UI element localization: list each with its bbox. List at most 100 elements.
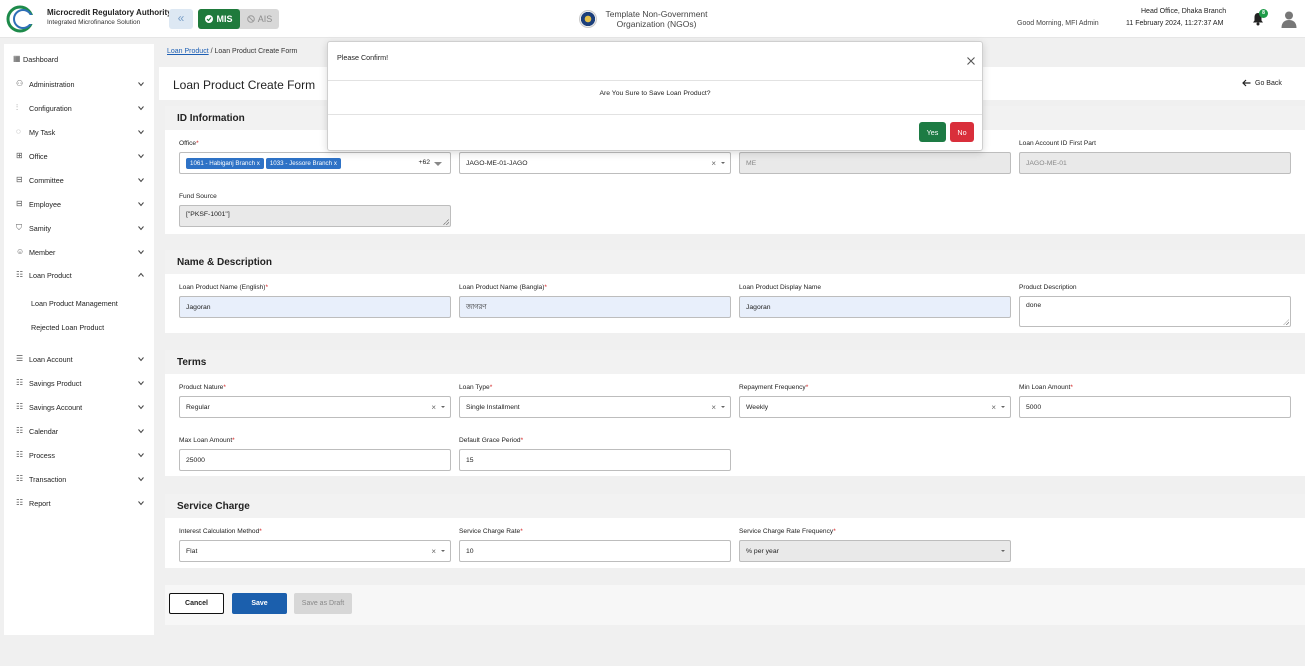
branch-name: Head Office, Dhaka Branch <box>1141 8 1227 15</box>
resize-handle-icon[interactable] <box>1283 319 1289 325</box>
sidebar-item-office[interactable]: ⊞ Office <box>4 148 154 164</box>
interest-method-select[interactable]: Flat × <box>179 540 451 562</box>
office-icon: ⊞ <box>16 151 23 160</box>
section-title: ID Information <box>177 113 245 124</box>
product-code-select[interactable]: JAGO-ME-01-JAGO × <box>459 152 731 174</box>
loan-type-label: Loan Type* <box>459 384 493 391</box>
close-icon[interactable] <box>966 56 976 66</box>
clear-icon[interactable]: × <box>711 159 716 168</box>
cancel-button[interactable]: Cancel <box>169 593 224 614</box>
chevron-down-icon <box>138 178 144 183</box>
product-description-label: Product Description <box>1019 284 1077 291</box>
chevron-down-icon <box>138 226 144 231</box>
loan-account-icon: ☰ <box>16 354 24 363</box>
caret-down-icon[interactable] <box>441 406 445 408</box>
sidebar-item-transaction[interactable]: ☷ Transaction <box>4 471 154 487</box>
mra-logo <box>6 5 42 33</box>
divider <box>328 80 982 81</box>
chevron-down-icon <box>138 250 144 255</box>
go-back-button[interactable]: Go Back <box>1242 79 1282 87</box>
product-description-textarea[interactable]: done <box>1019 296 1291 327</box>
clear-icon[interactable]: × <box>431 547 436 556</box>
loan-product-icon: ☷ <box>16 270 24 279</box>
name-bangla-input[interactable]: জাগরণ <box>459 296 731 318</box>
office-chip[interactable]: 1033 - Jessore Branch x <box>265 157 341 169</box>
clear-icon[interactable]: × <box>431 403 436 412</box>
product-nature-select[interactable]: Regular × <box>179 396 451 418</box>
clear-icon[interactable]: × <box>991 403 996 412</box>
service-charge-rate-input[interactable]: 10 <box>459 540 731 562</box>
process-icon: ☷ <box>16 450 24 459</box>
save-as-draft-button[interactable]: Save as Draft <box>294 593 352 614</box>
caret-down-icon[interactable] <box>721 406 725 408</box>
chevron-down-icon <box>138 381 144 386</box>
sidebar-item-configuration[interactable]: ⫶ Configuration <box>4 100 154 116</box>
account-first-part-label: Loan Account ID First Part <box>1019 140 1096 147</box>
section-title: Terms <box>177 357 207 368</box>
me-field: ME <box>739 152 1011 174</box>
chevron-down-icon <box>138 202 144 207</box>
name-english-input[interactable]: Jagoran <box>179 296 451 318</box>
yes-button[interactable]: Yes <box>919 122 946 142</box>
loan-type-select[interactable]: Single Installment × <box>459 396 731 418</box>
sidebar-item-member[interactable]: ☺ Member <box>4 244 154 260</box>
sidebar-item-report[interactable]: ☷ Report <box>4 495 154 511</box>
clear-icon[interactable]: × <box>711 403 716 412</box>
divider <box>328 114 982 115</box>
sidebar-item-dashboard[interactable]: ▦ Dashboard <box>4 51 154 67</box>
no-button[interactable]: No <box>950 122 974 142</box>
sidebar-item-my-task[interactable]: ◌ My Task <box>4 124 154 140</box>
sidebar-collapse-button[interactable]: « <box>169 9 193 29</box>
mode-toggle[interactable]: MIS AIS <box>198 9 279 29</box>
grace-period-input[interactable]: 15 <box>459 449 731 471</box>
caret-down-icon[interactable] <box>721 162 725 164</box>
sidebar-item-process[interactable]: ☷ Process <box>4 447 154 463</box>
rate-frequency-select[interactable]: % per year <box>739 540 1011 562</box>
office-multiselect[interactable]: 1061 - Habiganj Branch x 1033 - Jessore … <box>179 152 451 174</box>
chevron-up-icon <box>138 272 144 277</box>
mode-ais-button[interactable]: AIS <box>240 9 279 29</box>
org-subtitle: Integrated Microfinance Solution <box>47 19 141 26</box>
employee-icon: ⊟ <box>16 199 23 208</box>
max-loan-amount-input[interactable]: 25000 <box>179 449 451 471</box>
save-button[interactable]: Save <box>232 593 287 614</box>
mode-mis-button[interactable]: MIS <box>198 9 240 29</box>
sidebar-item-savings-product[interactable]: ☷ Savings Product <box>4 375 154 391</box>
chevron-down-icon <box>138 106 144 111</box>
name-english-label: Loan Product Name (English)* <box>179 284 269 291</box>
dashboard-icon: ▦ <box>13 54 21 63</box>
sidebar-item-savings-account[interactable]: ☷ Savings Account <box>4 399 154 415</box>
chevron-down-icon <box>138 453 144 458</box>
grace-period-label: Default Grace Period* <box>459 437 524 444</box>
committee-icon: ⊟ <box>16 175 23 184</box>
sidebar-item-samity[interactable]: ⛉ Samity <box>4 220 154 236</box>
samity-icon: ⛉ <box>16 223 22 232</box>
user-avatar-icon[interactable] <box>1280 10 1298 28</box>
service-charge-rate-label: Service Charge Rate* <box>459 528 523 535</box>
caret-down-icon[interactable] <box>441 550 445 552</box>
sidebar-sub-rejected-loan-product[interactable]: Rejected Loan Product <box>31 323 104 332</box>
section-title: Name & Description <box>177 257 273 268</box>
sidebar-sub-loan-product-management[interactable]: Loan Product Management <box>31 299 118 308</box>
government-seal-icon <box>579 10 597 28</box>
sidebar-item-administration[interactable]: ⚇ Administration <box>4 76 154 92</box>
sidebar-item-committee[interactable]: ⊟ Committee <box>4 172 154 188</box>
sidebar-item-calendar[interactable]: ☷ Calendar <box>4 423 154 439</box>
min-loan-amount-input[interactable]: 5000 <box>1019 396 1291 418</box>
chevron-down-icon <box>138 501 144 506</box>
arrow-left-icon <box>1242 79 1251 87</box>
display-name-input[interactable]: Jagoran <box>739 296 1011 318</box>
sidebar-item-employee[interactable]: ⊟ Employee <box>4 196 154 212</box>
sidebar-item-loan-account[interactable]: ☰ Loan Account <box>4 351 154 367</box>
caret-down-icon[interactable] <box>1001 550 1005 552</box>
display-name-label: Loan Product Display Name <box>739 284 822 291</box>
office-chip[interactable]: 1061 - Habiganj Branch x <box>186 157 264 169</box>
caret-down-icon[interactable] <box>1001 406 1005 408</box>
caret-down-icon[interactable] <box>434 162 442 166</box>
repayment-frequency-select[interactable]: Weekly × <box>739 396 1011 418</box>
resize-handle-icon[interactable] <box>443 219 449 225</box>
product-nature-label: Product Nature* <box>179 384 226 391</box>
sidebar-item-loan-product[interactable]: ☷ Loan Product <box>4 267 154 283</box>
breadcrumb-link-loan-product[interactable]: Loan Product <box>167 48 209 55</box>
task-icon: ◌ <box>16 127 21 136</box>
